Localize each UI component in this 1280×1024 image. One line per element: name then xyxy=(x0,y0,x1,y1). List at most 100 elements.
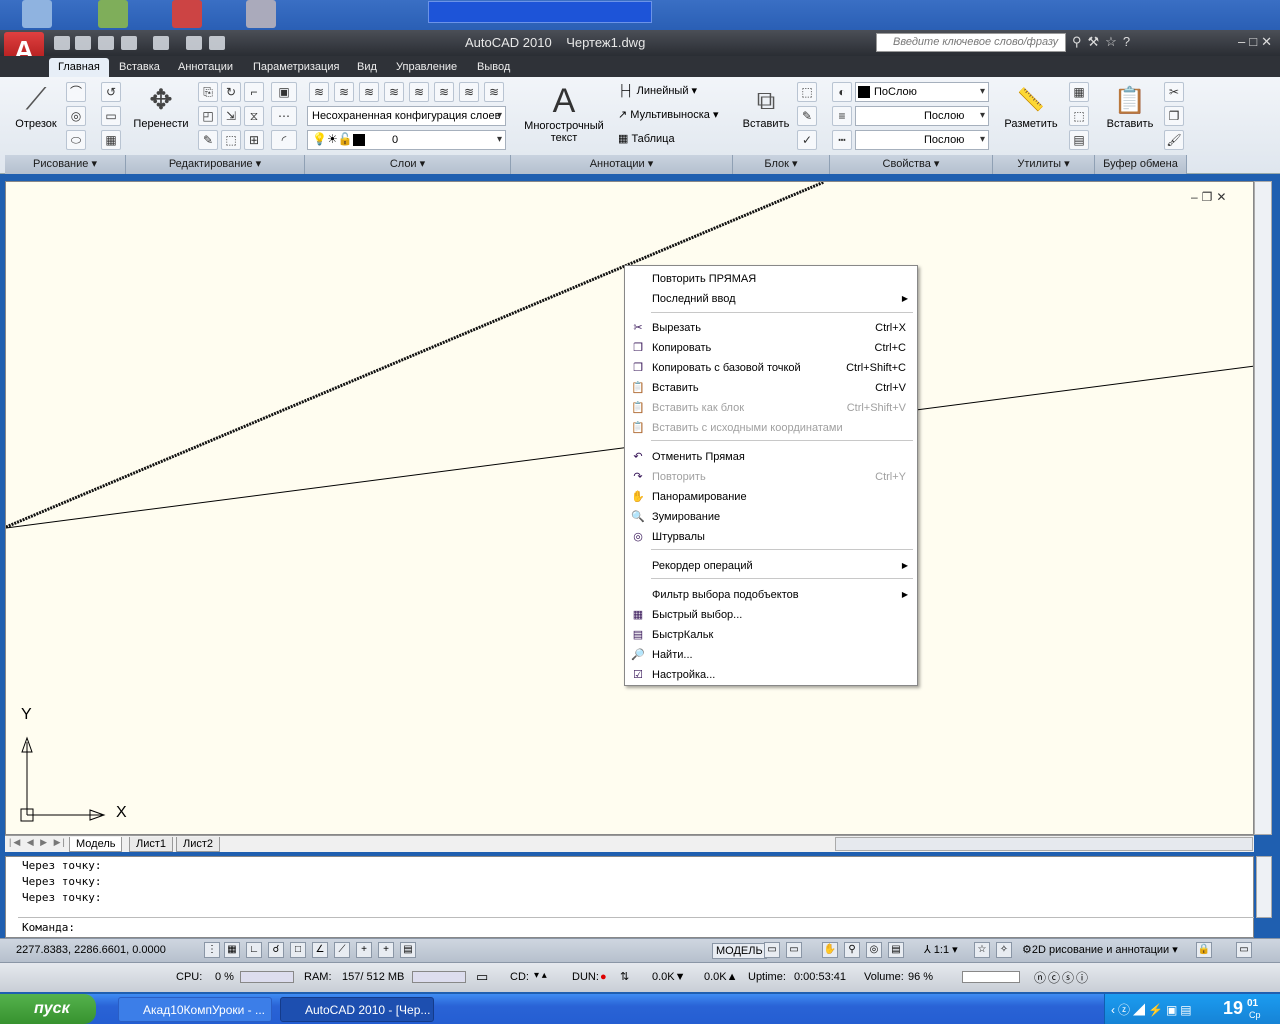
layer-isolate-icon[interactable]: ≋ xyxy=(384,82,404,102)
layer-lock-icon[interactable]: ≋ xyxy=(434,82,454,102)
layer-walk-icon[interactable]: ≋ xyxy=(484,82,504,102)
zoom-icon[interactable]: ⚲ xyxy=(844,942,860,958)
pan-icon[interactable]: ✋ xyxy=(822,942,838,958)
layer-state-select[interactable]: Несохраненная конфигурация слоев xyxy=(307,106,506,126)
edit-block-icon[interactable]: ✎ xyxy=(797,106,817,126)
task-autocad[interactable]: AutoCAD 2010 - [Чер... xyxy=(280,997,434,1022)
tray-icons[interactable]: ‹ⓩ◢⚡▣▤ xyxy=(1111,1001,1195,1018)
insert-block-button[interactable]: ⧉ Вставить xyxy=(738,82,794,142)
tab-manage[interactable]: Управление xyxy=(387,58,466,77)
monitor-buttons[interactable]: ⓝⓒⓢⓘ xyxy=(1034,969,1090,986)
menu-item-zoom[interactable]: 🔍 Зумирование xyxy=(626,507,916,527)
line-tool-button[interactable]: ⟋ Отрезок xyxy=(14,82,58,142)
coordinates-readout[interactable]: 2277.8383, 2286.6601, 0.0000 xyxy=(16,944,166,956)
panel-modify[interactable]: Редактирование ▾ xyxy=(126,155,305,174)
layer-properties-icon[interactable]: ≋ xyxy=(309,82,329,102)
qp-icon[interactable]: ▤ xyxy=(400,942,416,958)
linear-dim-button[interactable]: ├┤ Линейный ▾ xyxy=(618,84,697,97)
layout-icon[interactable]: ▭ xyxy=(764,942,780,958)
redo-icon[interactable] xyxy=(153,36,169,50)
menu-item-quick-select[interactable]: ▦ Быстрый выбор... xyxy=(626,605,916,625)
mleader-button[interactable]: ↗ Мультивыноска ▾ xyxy=(618,108,719,121)
annotation-visibility-icon[interactable]: ☆ xyxy=(974,942,990,958)
menu-item-paste-block[interactable]: 📋 Вставить как блок Ctrl+Shift+V xyxy=(626,398,916,418)
rectangle-icon[interactable]: ▭ xyxy=(101,106,121,126)
menu-item-copy[interactable]: ❐ Копировать Ctrl+C xyxy=(626,338,916,358)
calendar-icon[interactable] xyxy=(172,0,202,28)
task-word-document[interactable]: Акад10КомпУроки - ... xyxy=(118,997,272,1022)
menu-item-paste[interactable]: 📋 Вставить Ctrl+V xyxy=(626,378,916,398)
panel-clipboard[interactable]: Буфер обмена xyxy=(1095,155,1187,174)
menu-item-quickcalc[interactable]: ▤ БыстрКальк xyxy=(626,625,916,645)
menu-item-copy-base[interactable]: ❐ Копировать с базовой точкой Ctrl+Shift+C xyxy=(626,358,916,378)
lock-icon[interactable]: 🔒 xyxy=(1196,942,1212,958)
viewport-controls[interactable]: –❐✕ xyxy=(1191,190,1231,204)
volume-slider[interactable] xyxy=(962,971,1020,983)
ellipse-icon[interactable]: ⬭ xyxy=(66,130,86,150)
tab-model[interactable]: Модель xyxy=(69,837,123,852)
menu-item-repeat-line[interactable]: Повторить ПРЯМАЯ xyxy=(626,269,916,289)
command-scrollbar[interactable] xyxy=(1256,856,1272,918)
otrack-icon[interactable]: ∠ xyxy=(312,942,328,958)
arc-icon[interactable]: ↺ xyxy=(101,82,121,102)
layer-state-icon[interactable]: ≋ xyxy=(334,82,354,102)
explode-icon[interactable]: ⊞ xyxy=(244,130,264,150)
tab-sheet2[interactable]: Лист2 xyxy=(176,837,221,852)
menu-item-options[interactable]: ☑ Настройка... xyxy=(626,665,916,685)
steering-wheel-icon[interactable]: ◎ xyxy=(866,942,882,958)
menu-item-pan[interactable]: ✋ Панорамирование xyxy=(626,487,916,507)
rotate-icon[interactable]: ↻ xyxy=(221,82,241,102)
mirror-icon[interactable]: ⧖ xyxy=(244,106,264,126)
window-controls[interactable]: –□✕ xyxy=(1238,34,1276,50)
tab-output[interactable]: Вывод xyxy=(468,58,519,77)
command-prompt[interactable]: Команда: xyxy=(22,921,75,934)
osnap-icon[interactable]: □ xyxy=(290,942,306,958)
menu-item-steering-wheels[interactable]: ◎ Штурвалы xyxy=(626,527,916,547)
panel-draw[interactable]: Рисование ▾ xyxy=(5,155,126,174)
measure-button[interactable]: 📏 Разметить xyxy=(1000,82,1062,142)
paste-button[interactable]: 📋 Вставить xyxy=(1100,82,1160,142)
save-icon[interactable] xyxy=(98,36,114,50)
publish-icon[interactable] xyxy=(209,36,225,50)
move-tool-button[interactable]: ✥ Перенести xyxy=(132,82,190,142)
stretch-icon[interactable]: ⇲ xyxy=(221,106,241,126)
select-all-icon[interactable]: ⬚ xyxy=(1069,106,1089,126)
ducs-icon[interactable]: ⟋ xyxy=(334,942,350,958)
new-icon[interactable] xyxy=(54,36,70,50)
dyn-icon[interactable]: + xyxy=(356,942,372,958)
app-shortcut-icon[interactable] xyxy=(98,0,128,28)
menu-item-find[interactable]: 🔎 Найти... xyxy=(626,645,916,665)
menu-item-undo[interactable]: ↶ Отменить Прямая xyxy=(626,447,916,467)
quick-select-icon[interactable]: ▦ xyxy=(1069,82,1089,102)
menu-item-recent-input[interactable]: Последний ввод ▶ xyxy=(626,289,916,309)
polar-icon[interactable]: ☌ xyxy=(268,942,284,958)
layer-off-icon[interactable]: ≋ xyxy=(359,82,379,102)
clean-screen-icon[interactable]: ▭ xyxy=(1236,942,1252,958)
layout-nav-arrows[interactable]: |◀ ◀ ▶ ▶| xyxy=(9,837,67,848)
circle-icon[interactable]: ◎ xyxy=(66,106,86,126)
panel-properties[interactable]: Свойства ▾ xyxy=(830,155,993,174)
table-button[interactable]: ▦ Таблица xyxy=(618,132,675,145)
tab-parametric[interactable]: Параметризация xyxy=(244,58,348,77)
layer-match-icon[interactable]: ≋ xyxy=(459,82,479,102)
panel-annotations[interactable]: Аннотации ▾ xyxy=(511,155,733,174)
lineweight-icon[interactable]: ≡ xyxy=(832,106,852,126)
color-select[interactable]: ПоСлою xyxy=(855,82,989,102)
menu-item-cut[interactable]: ✂ Вырезать Ctrl+X xyxy=(626,318,916,338)
menu-item-action-recorder[interactable]: Рекордер операций ▶ xyxy=(626,556,916,576)
workspace-switch[interactable]: ⚙2D рисование и аннотации ▾ xyxy=(1022,943,1178,956)
cd-eject-icon[interactable]: ▾ ▴ xyxy=(534,970,547,981)
panel-layers[interactable]: Слои ▾ xyxy=(305,155,511,174)
quickcalc-icon[interactable]: ▤ xyxy=(1069,130,1089,150)
lwt-icon[interactable]: + xyxy=(378,942,394,958)
copy-tool-icon[interactable]: ⎘ xyxy=(198,82,218,102)
menu-item-redo[interactable]: ↷ Повторить Ctrl+Y xyxy=(626,467,916,487)
help-icons[interactable]: ⚲⚒☆? xyxy=(1072,34,1136,50)
undo-icon[interactable] xyxy=(121,36,137,50)
panel-utilities[interactable]: Утилиты ▾ xyxy=(993,155,1095,174)
snap-mode-icon[interactable]: ⋮ xyxy=(204,942,220,958)
tab-view[interactable]: Вид xyxy=(348,58,386,77)
vertical-scrollbar[interactable] xyxy=(1254,181,1272,835)
ortho-icon[interactable]: ∟ xyxy=(246,942,262,958)
menu-item-subobject-filter[interactable]: Фильтр выбора подобъектов ▶ xyxy=(626,585,916,605)
